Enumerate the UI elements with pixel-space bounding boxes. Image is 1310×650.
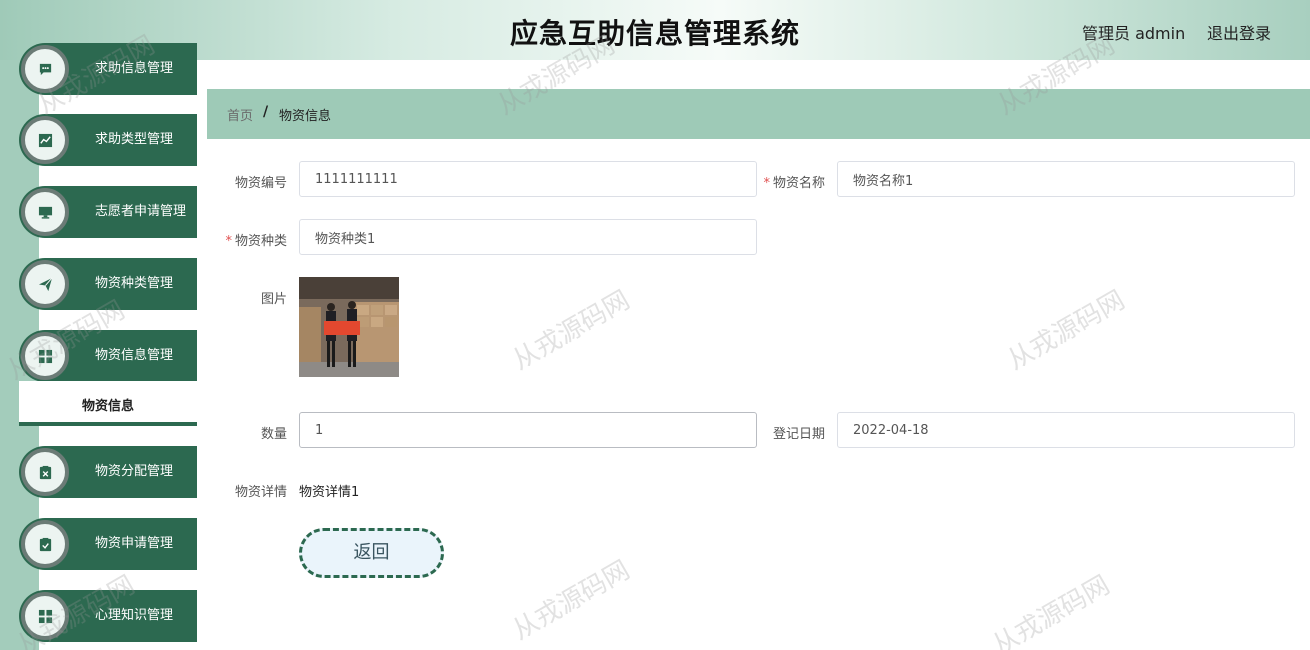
category-label: * 物资种类 — [197, 230, 287, 249]
sidebar-item-label: 心理知识管理 — [95, 608, 174, 623]
chat-icon — [21, 45, 69, 93]
sidebar-item-goods-category[interactable]: 物资种类管理 — [19, 258, 197, 310]
logout-link[interactable]: 退出登录 — [1207, 20, 1271, 44]
grid-icon — [21, 592, 69, 640]
date-field[interactable] — [837, 412, 1295, 448]
sidebar-item-help-info[interactable]: 求助信息管理 — [19, 43, 197, 95]
sidebar-item-goods-application[interactable]: 物资申请管理 — [19, 518, 197, 570]
breadcrumb-current: 物资信息 — [279, 109, 332, 124]
breadcrumb-home[interactable]: 首页 — [227, 105, 253, 124]
name-label: * 物资名称 — [735, 172, 825, 191]
submenu-item-label: 物资信息 — [81, 399, 134, 414]
sidebar-item-label: 求助信息管理 — [95, 61, 174, 76]
category-label-text: 物资种类 — [234, 234, 287, 249]
detail-value: 物资详情1 — [299, 485, 360, 500]
chart-icon — [21, 116, 69, 164]
sidebar-item-label: 物资分配管理 — [95, 464, 174, 479]
clipboard-x-icon — [21, 448, 69, 496]
submenu-item-goods-info[interactable]: 物资信息 — [19, 381, 197, 426]
sidebar-item-label: 志愿者申请管理 — [95, 204, 187, 219]
sidebar-item-goods-allocation[interactable]: 物资分配管理 — [19, 446, 197, 498]
watermark: 从戎源码网 — [507, 285, 636, 377]
monitor-icon — [21, 188, 69, 236]
sidebar-item-volunteer[interactable]: 志愿者申请管理 — [19, 186, 197, 238]
send-icon — [21, 260, 69, 308]
grid-icon — [21, 332, 69, 380]
picture-label: 图片 — [260, 292, 287, 307]
breadcrumb-separator: / — [263, 104, 269, 120]
name-field[interactable] — [837, 161, 1295, 197]
breadcrumb: 首页 / 物资信息 — [207, 89, 1310, 139]
quantity-label: 数量 — [260, 427, 287, 442]
sidebar-item-label: 求助类型管理 — [95, 132, 174, 147]
current-user: 管理员 admin — [1082, 24, 1186, 43]
clipboard-check-icon — [21, 520, 69, 568]
watermark: 从戎源码网 — [1002, 285, 1131, 377]
watermark: 从戎源码网 — [507, 555, 636, 647]
sidebar-item-label: 物资申请管理 — [95, 536, 174, 551]
sidebar-item-goods-info[interactable]: 物资信息管理 — [19, 330, 197, 382]
sidebar-item-help-type[interactable]: 求助类型管理 — [19, 114, 197, 166]
watermark: 从戎源码网 — [987, 570, 1116, 650]
sidebar-item-label: 物资信息管理 — [95, 348, 174, 363]
quantity-field[interactable] — [299, 412, 757, 448]
sidebar-item-label: 物资种类管理 — [95, 276, 174, 291]
detail-label: 物资详情 — [234, 485, 287, 500]
goods-photo[interactable] — [299, 277, 399, 377]
category-field[interactable] — [299, 219, 757, 255]
required-mark: * — [225, 234, 232, 249]
date-label: 登记日期 — [772, 427, 825, 442]
required-mark: * — [763, 176, 770, 191]
code-field[interactable] — [299, 161, 757, 197]
sidebar-item-psychology[interactable]: 心理知识管理 — [19, 590, 197, 642]
name-label-text: 物资名称 — [772, 176, 825, 191]
code-label: 物资编号 — [234, 176, 287, 191]
back-button[interactable]: 返回 — [299, 528, 444, 578]
